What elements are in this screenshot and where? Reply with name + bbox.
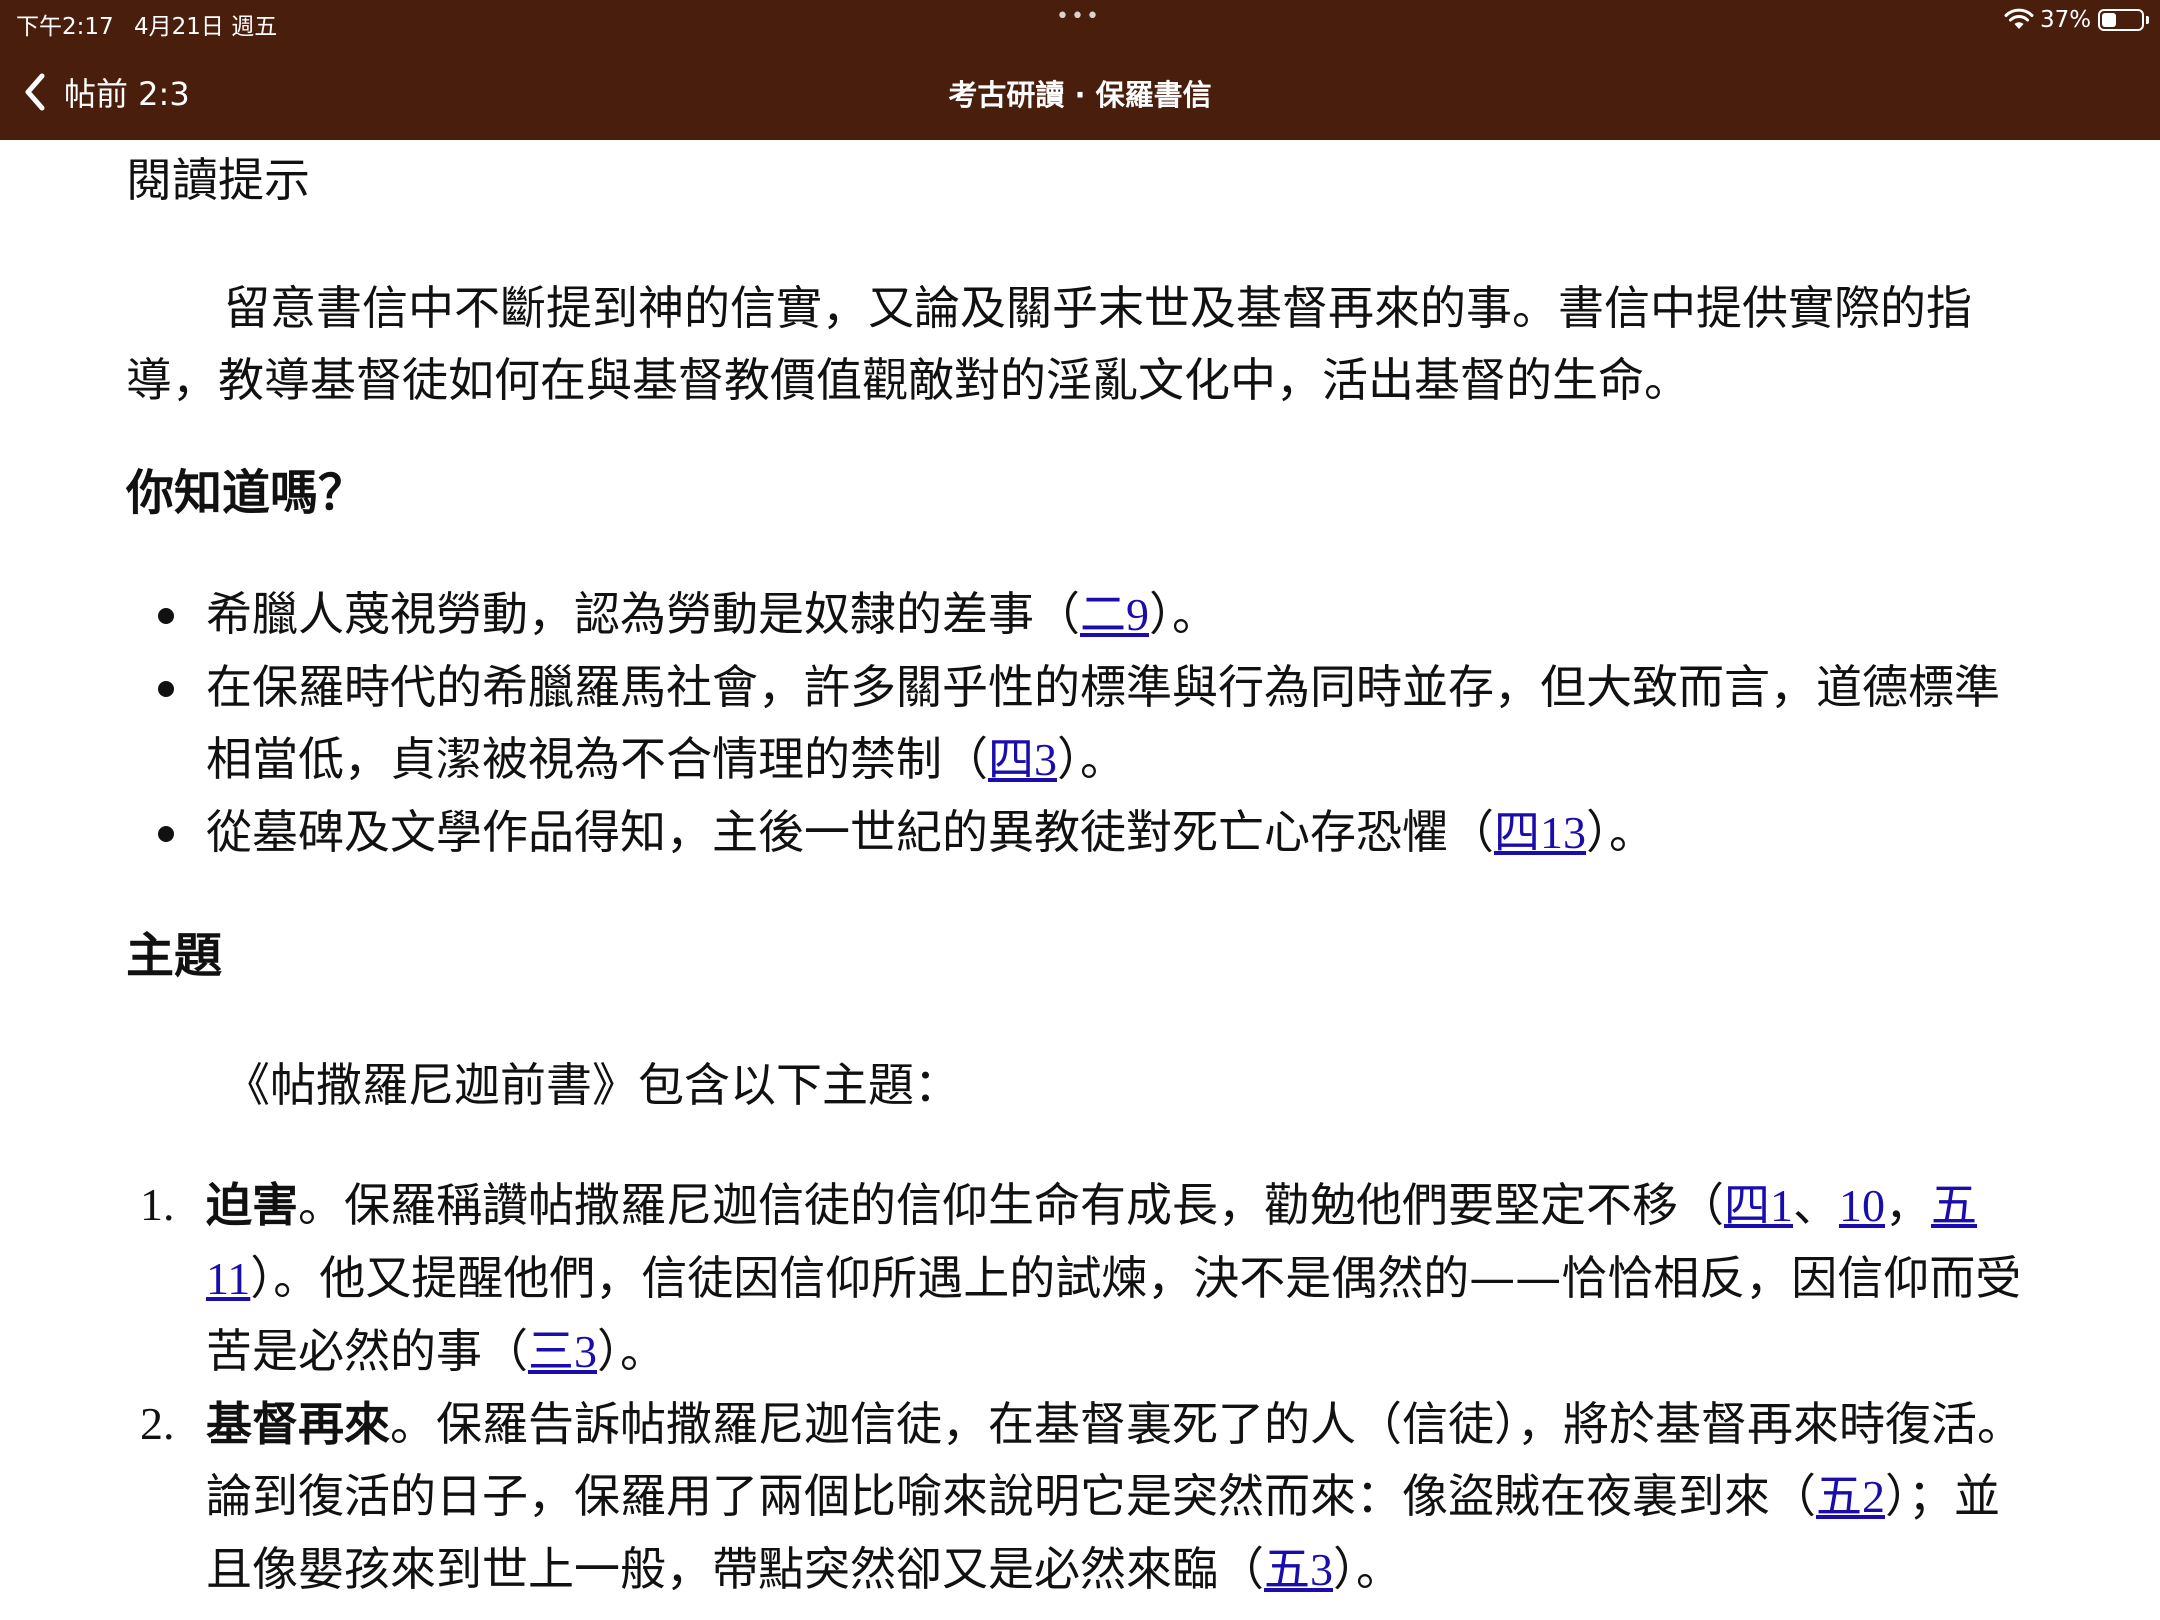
did-you-know-list: 希臘人蔑視勞動，認為勞動是奴隸的差事（二9）。 在保羅時代的希臘羅馬社會，許多關… <box>126 578 2026 869</box>
verse-link[interactable]: 二9 <box>1080 587 1149 641</box>
verse-link[interactable]: 五3 <box>1264 1542 1333 1596</box>
list-item-text: 希臘人蔑視勞動，認為勞動是奴隸的差事（ <box>206 587 1080 641</box>
list-number: 1. <box>140 1179 175 1230</box>
battery-level <box>2102 13 2116 27</box>
reading-tip-paragraph: 留意書信中不斷提到神的信實，又論及關乎末世及基督再來的事。書信中提供實際的指導，… <box>126 281 1972 407</box>
status-time: 下午2:17 <box>16 14 114 40</box>
top-bar: 下午2:17 4月21日 週五 ••• 37% 帖前 2:3 考古研讀 · 保羅… <box>0 0 2160 140</box>
list-item-text: ）。 <box>1586 805 1655 859</box>
list-item: 希臘人蔑視勞動，認為勞動是奴隸的差事（二9）。 <box>126 578 2026 651</box>
verse-link[interactable]: 五2 <box>1816 1469 1885 1523</box>
article-content: 閱讀提示 留意書信中不斷提到神的信實，又論及關乎末世及基督再來的事。書信中提供實… <box>126 140 2026 1606</box>
list-item: 2. 基督再來。保羅告訴帖撒羅尼迦信徒，在基督裏死了的人（信徒），將於基督再來時復… <box>126 1388 2026 1606</box>
status-date: 4月21日 週五 <box>134 14 278 40</box>
wifi-icon <box>2004 8 2034 29</box>
themes-heading: 主題 <box>126 928 223 984</box>
list-item-text: ）。 <box>1057 732 1126 786</box>
list-item: 從墓碑及文學作品得知，主後一世紀的異教徒對死亡心存恐懼（四13）。 <box>126 796 2026 869</box>
list-item: 1. 迫害。保羅稱讚帖撒羅尼迦信徒的信仰生命有成長，勸勉他們要堅定不移（四1、10… <box>126 1169 2026 1388</box>
list-number: 2. <box>140 1398 175 1449</box>
theme-title: 基督再來 <box>206 1397 390 1451</box>
navigation-bar: 帖前 2:3 考古研讀 · 保羅書信 <box>0 50 2160 140</box>
list-item: 在保羅時代的希臘羅馬社會，許多關乎性的標準與行為同時並存，但大致而言，道德標準相… <box>126 651 2026 796</box>
list-item-text: 從墓碑及文學作品得知，主後一世紀的異教徒對死亡心存恐懼（ <box>206 805 1494 859</box>
battery-icon <box>2098 9 2149 31</box>
page-title: 考古研讀 · 保羅書信 <box>948 78 1212 112</box>
status-bar: 下午2:17 4月21日 週五 ••• 37% <box>0 0 2160 42</box>
verse-link[interactable]: 四13 <box>1494 805 1586 859</box>
list-item-text: ）。 <box>1149 587 1218 641</box>
multitasking-dots-icon[interactable]: ••• <box>1056 4 1101 29</box>
reading-tip-heading: 閱讀提示 <box>126 153 310 207</box>
verse-link[interactable]: 四3 <box>988 732 1057 786</box>
did-you-know-heading: 你知道嗎？ <box>126 465 367 521</box>
battery-percent: 37% <box>2040 7 2092 33</box>
verse-link[interactable]: 四1 <box>1724 1178 1793 1232</box>
themes-intro: 《帖撒羅尼迦前書》包含以下主題： <box>224 1058 960 1112</box>
themes-list: 1. 迫害。保羅稱讚帖撒羅尼迦信徒的信仰生命有成長，勸勉他們要堅定不移（四1、10… <box>126 1169 2026 1606</box>
verse-link[interactable]: 10 <box>1839 1178 1885 1232</box>
verse-link[interactable]: 三3 <box>528 1324 597 1378</box>
theme-title: 迫害 <box>206 1178 298 1232</box>
